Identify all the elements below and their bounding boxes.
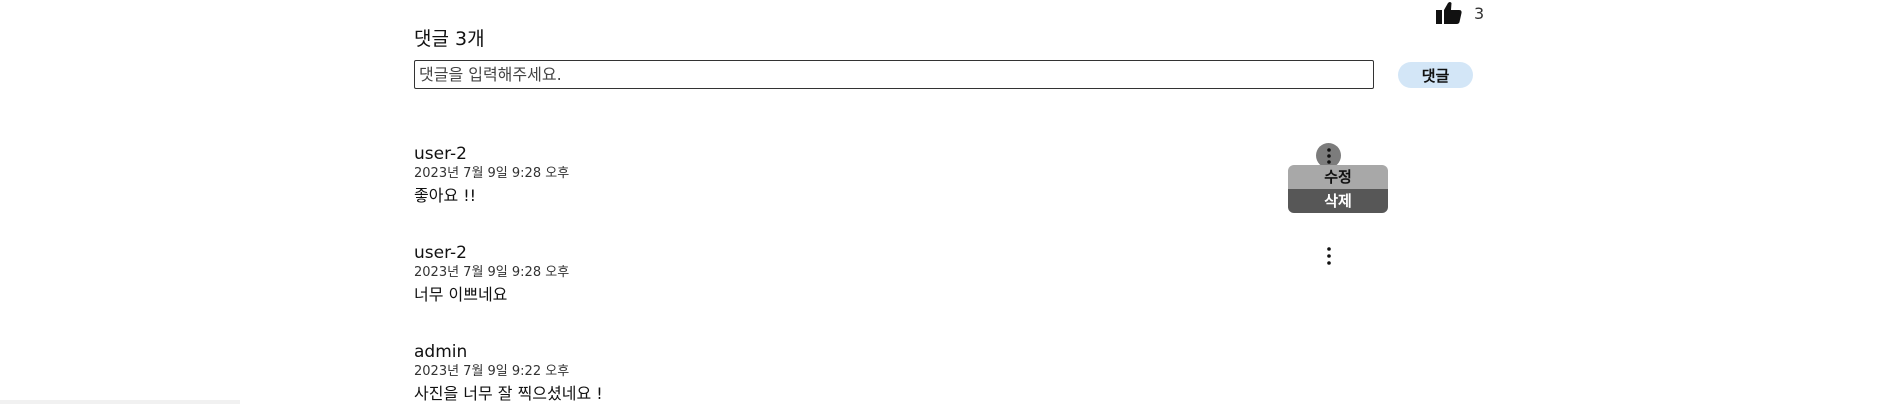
- like-count: 3: [1474, 3, 1485, 23]
- comment-count-title: 댓글 3개: [414, 28, 485, 50]
- thumbs-up-icon[interactable]: [1436, 2, 1462, 24]
- more-vertical-icon: [1326, 147, 1331, 164]
- like-area: 3: [1436, 2, 1484, 24]
- comment-input[interactable]: [414, 60, 1374, 89]
- comment-date: 2023년 7월 9일 9:28 오후: [414, 265, 570, 280]
- edit-comment-button[interactable]: 수정: [1288, 165, 1388, 189]
- comment-body: 좋아요 !!: [414, 186, 477, 205]
- comment-author: user-2: [414, 144, 467, 164]
- comment-menu-button[interactable]: [1316, 243, 1341, 268]
- submit-comment-button[interactable]: 댓글: [1398, 62, 1473, 88]
- delete-comment-button[interactable]: 삭제: [1288, 189, 1388, 213]
- comment-body: 너무 이쁘네요: [414, 285, 508, 304]
- comment-author: user-2: [414, 243, 467, 263]
- comment-date: 2023년 7월 9일 9:28 오후: [414, 166, 570, 181]
- more-vertical-icon: [1326, 246, 1331, 265]
- comment-menu-dropdown: 수정 삭제: [1288, 165, 1388, 213]
- bottom-divider: [0, 400, 240, 404]
- comment-item: admin 2023년 7월 9일 9:22 오후 사진을 너무 잘 찍으셨네요…: [414, 342, 603, 404]
- comment-item: user-2 2023년 7월 9일 9:28 오후 너무 이쁘네요: [414, 243, 569, 305]
- comment-author: admin: [414, 342, 468, 362]
- comment-date: 2023년 7월 9일 9:22 오후: [414, 364, 570, 379]
- comment-body: 사진을 너무 잘 찍으셨네요 !: [414, 384, 603, 403]
- comment-item: user-2 2023년 7월 9일 9:28 오후 좋아요 !!: [414, 144, 569, 206]
